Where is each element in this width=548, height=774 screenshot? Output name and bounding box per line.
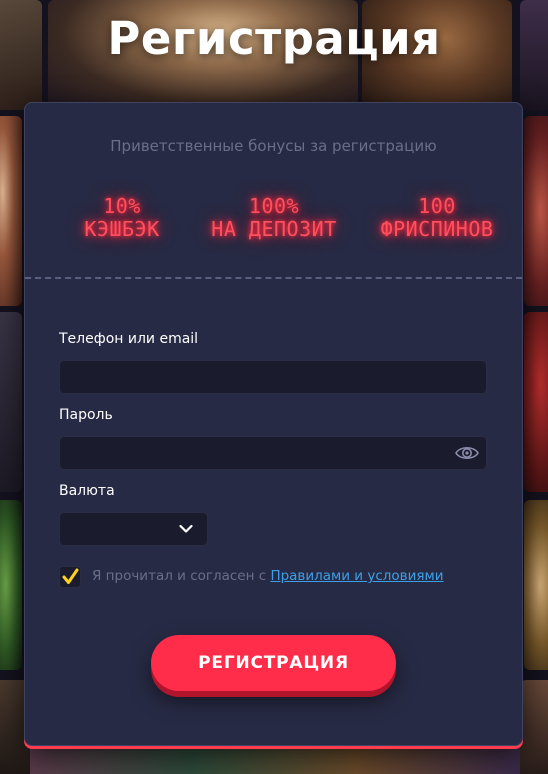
terms-link[interactable]: Правилами и условиями	[270, 568, 443, 584]
bonus-label: ФРИСПИНОВ	[380, 217, 494, 241]
login-input[interactable]	[59, 360, 487, 394]
bonus-value: 10%	[103, 194, 141, 218]
password-label: Пароль	[59, 407, 113, 423]
bonus-value: 100	[418, 194, 456, 218]
terms-text: Я прочитал и согласен с Правилами и усло…	[92, 568, 444, 584]
bonus-heading: Приветственные бонусы за регистрацию	[110, 137, 437, 155]
bonus-value: 100%	[248, 194, 300, 218]
checkmark-icon	[62, 568, 79, 584]
login-label: Телефон или email	[59, 331, 199, 347]
bonus-deposit: 100% НА ДЕПОЗИТ	[199, 195, 349, 241]
bonus-label: НА ДЕПОЗИТ	[211, 217, 337, 241]
bonus-cashback: 10% КЭШБЭК	[57, 195, 187, 241]
register-button[interactable]: РЕГИСТРАЦИЯ	[151, 635, 396, 691]
password-input[interactable]	[59, 436, 487, 470]
dashed-divider	[25, 277, 522, 279]
terms-checkbox[interactable]	[59, 566, 81, 588]
eye-icon[interactable]	[455, 443, 479, 463]
bonus-freespins: 100 ФРИСПИНОВ	[357, 195, 517, 241]
terms-label: Я прочитал и согласен с	[92, 568, 271, 584]
currency-label: Валюта	[59, 483, 115, 499]
registration-card: Приветственные бонусы за регистрацию 10%…	[24, 102, 523, 746]
chevron-down-icon	[179, 524, 193, 533]
currency-select[interactable]	[59, 512, 208, 546]
page-title: Регистрация	[107, 12, 441, 65]
bonus-label: КЭШБЭК	[84, 217, 160, 241]
